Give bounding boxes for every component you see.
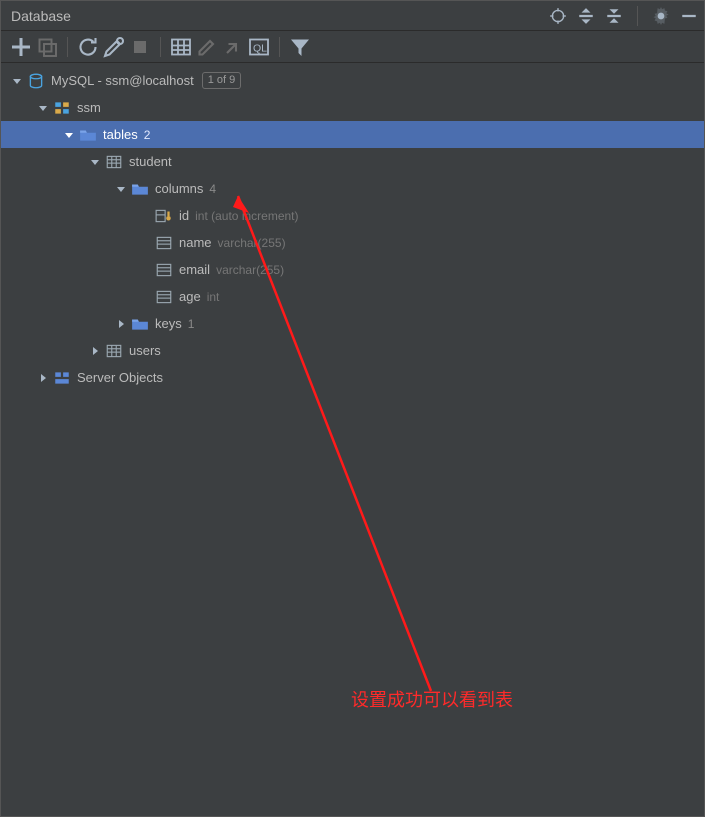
database-tree: MySQL - ssm@localhost 1 of 9 ssm tables … [1,63,704,391]
stop-button [128,35,152,59]
refresh-button[interactable] [76,35,100,59]
query-console-button[interactable]: QL [247,35,271,59]
properties-button[interactable] [102,35,126,59]
expand-all-icon[interactable] [577,7,595,25]
jump-button [221,35,245,59]
tree-keys-folder[interactable]: keys 1 [1,310,704,337]
minimize-icon[interactable] [680,7,698,25]
schema-icon [53,100,71,116]
annotation-text: 设置成功可以看到表 [351,686,513,712]
collapse-all-icon[interactable] [605,7,623,25]
tables-label: tables [103,127,138,142]
column-id-type: int (auto increment) [195,209,298,223]
columns-label: columns [155,181,203,196]
add-button[interactable] [9,35,33,59]
toolbar: QL [1,31,704,63]
table-icon [105,343,123,359]
tree-tables-folder[interactable]: tables 2 [1,121,704,148]
tree-table-users[interactable]: users [1,337,704,364]
column-icon [155,235,173,251]
chevron-right-icon[interactable] [87,343,103,359]
tree-column-name[interactable]: name varchar(255) [1,229,704,256]
column-age-type: int [207,290,220,304]
key-column-icon [155,208,173,224]
svg-text:QL: QL [253,42,267,54]
schema-label: ssm [77,100,101,115]
column-email-type: varchar(255) [216,263,284,277]
table-student-label: student [129,154,172,169]
target-icon[interactable] [549,7,567,25]
column-age-name: age [179,289,201,304]
gear-icon[interactable] [652,7,670,25]
table-view-button[interactable] [169,35,193,59]
folder-icon [131,316,149,332]
folder-icon [79,127,97,143]
column-name-type: varchar(255) [218,236,286,250]
tree-column-age[interactable]: age int [1,283,704,310]
columns-count: 4 [209,182,216,196]
datasource-icon [27,73,45,89]
table-users-label: users [129,343,161,358]
chevron-down-icon[interactable] [9,73,25,89]
toolbar-separator-3 [279,37,280,57]
toolbar-separator-1 [67,37,68,57]
tree-columns-folder[interactable]: columns 4 [1,175,704,202]
server-objects-label: Server Objects [77,370,163,385]
tree-server-objects[interactable]: Server Objects [1,364,704,391]
column-icon [155,262,173,278]
chevron-right-icon[interactable] [113,316,129,332]
chevron-right-icon[interactable] [35,370,51,386]
edit-button [195,35,219,59]
chevron-down-icon[interactable] [61,127,77,143]
table-icon [105,154,123,170]
header-separator [637,6,638,26]
chevron-down-icon[interactable] [113,181,129,197]
copy-button [35,35,59,59]
tables-count: 2 [144,128,151,142]
panel-title: Database [7,8,549,24]
datasource-label: MySQL - ssm@localhost [51,73,194,88]
tree-table-student[interactable]: student [1,148,704,175]
chevron-down-icon[interactable] [35,100,51,116]
tree-column-email[interactable]: email varchar(255) [1,256,704,283]
filter-button[interactable] [288,35,312,59]
column-name-name: name [179,235,212,250]
toolbar-separator-2 [160,37,161,57]
chevron-down-icon[interactable] [87,154,103,170]
column-id-name: id [179,208,189,223]
keys-count: 1 [188,317,195,331]
column-icon [155,289,173,305]
datasource-badge: 1 of 9 [202,72,242,89]
column-email-name: email [179,262,210,277]
panel-header-actions [549,6,698,26]
tree-datasource[interactable]: MySQL - ssm@localhost 1 of 9 [1,67,704,94]
tree-column-id[interactable]: id int (auto increment) [1,202,704,229]
folder-icon [131,181,149,197]
keys-label: keys [155,316,182,331]
server-objects-icon [53,370,71,386]
panel-header: Database [1,1,704,31]
tree-schema[interactable]: ssm [1,94,704,121]
